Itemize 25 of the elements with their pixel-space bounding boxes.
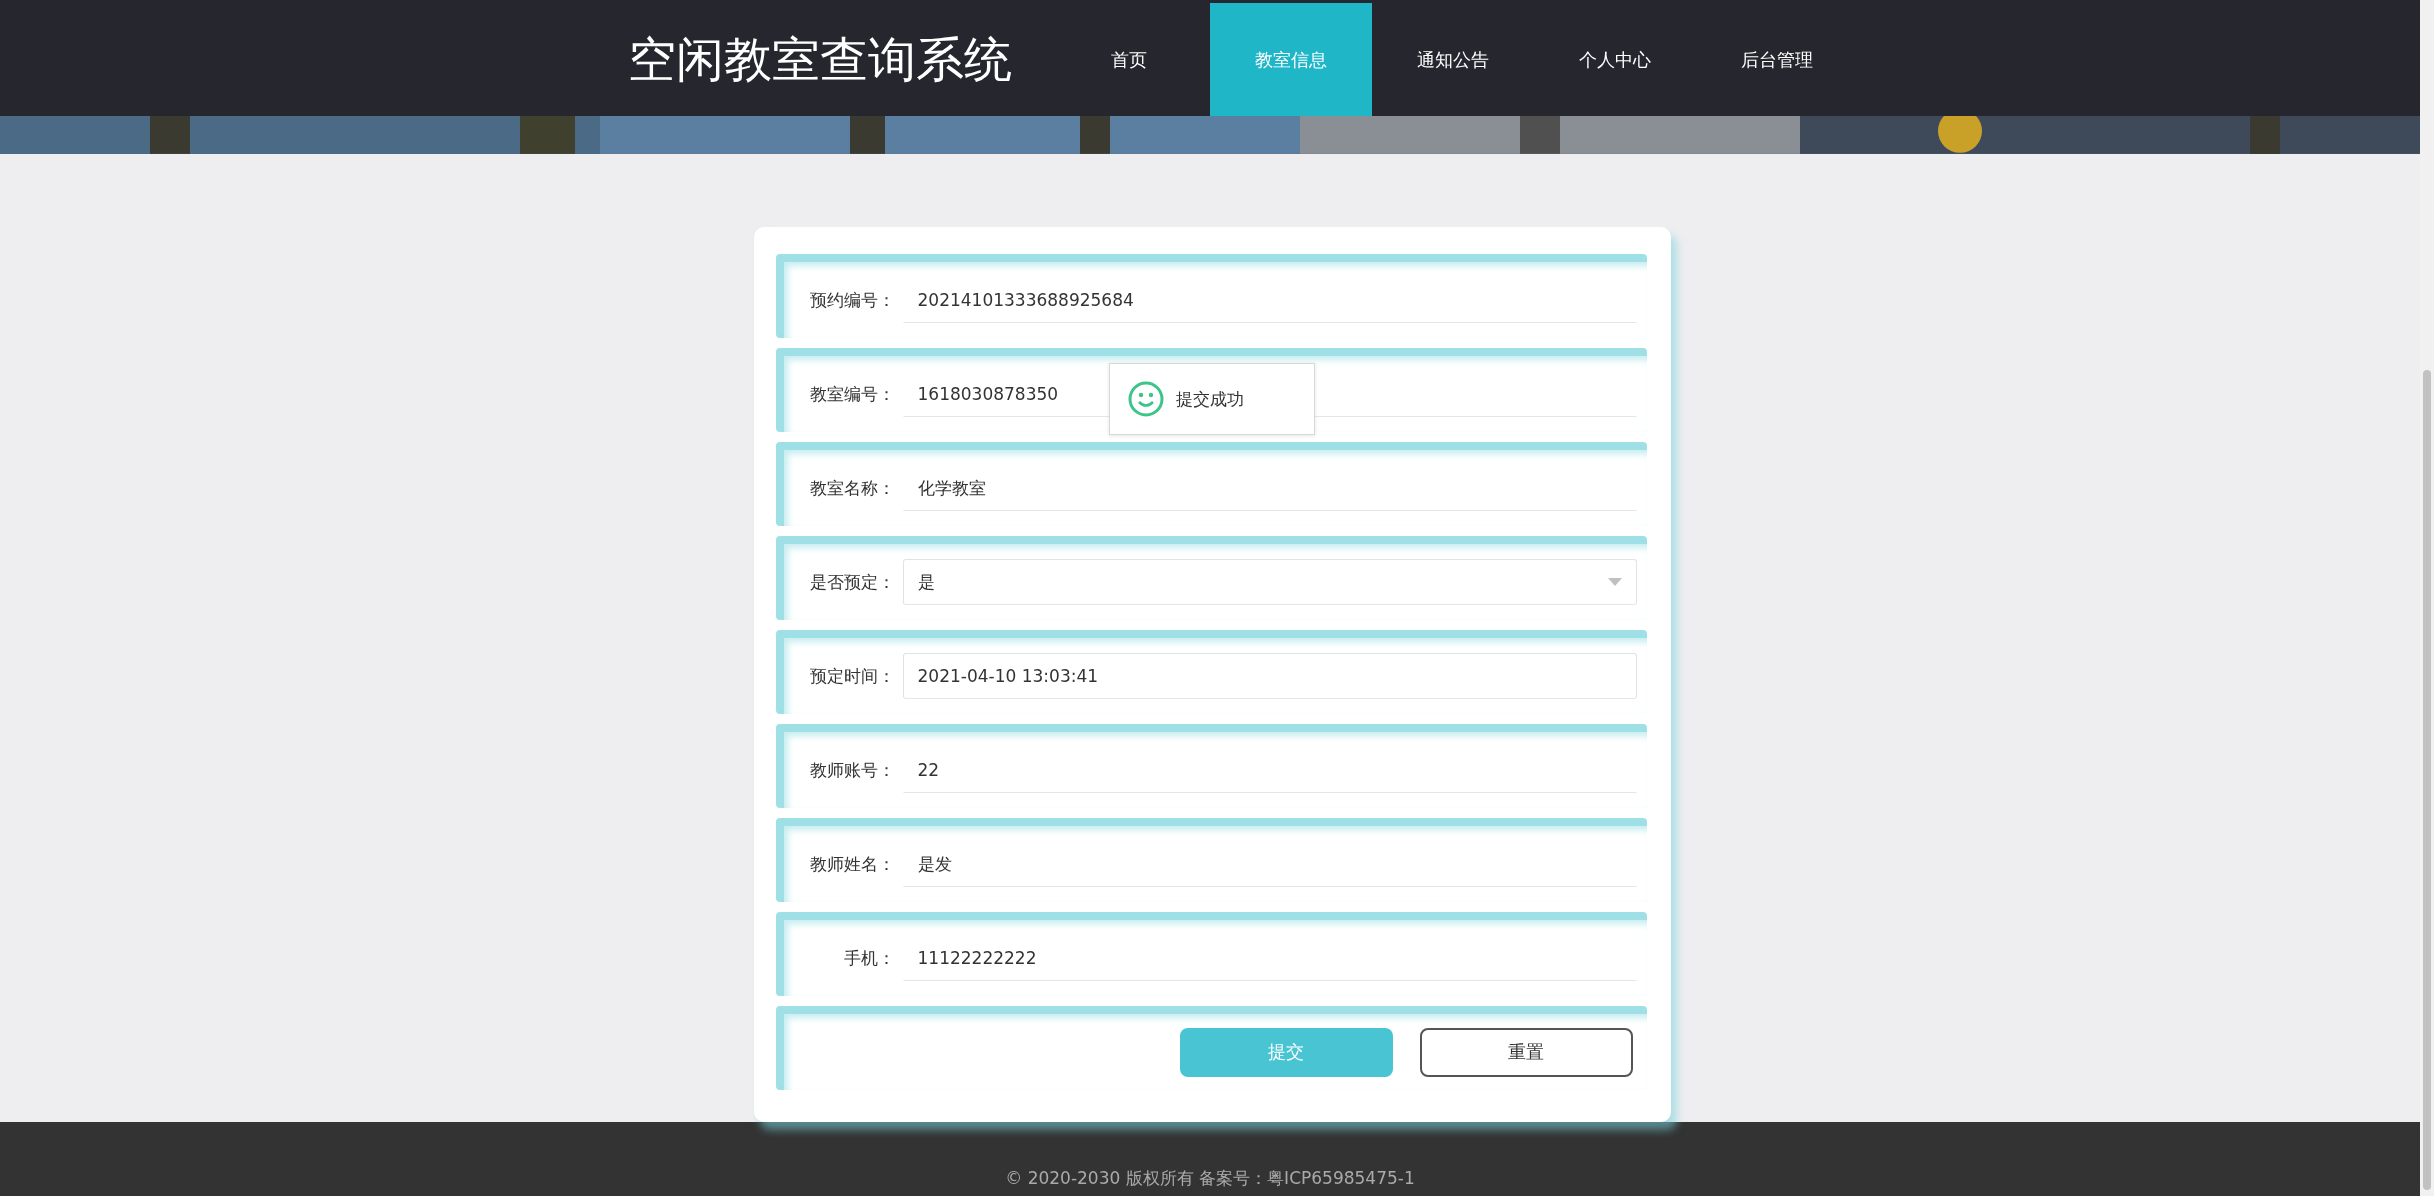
nav-tab[interactable]: 首页 <box>1048 3 1210 117</box>
field-label: 教室编号： <box>808 382 896 406</box>
field-label: 教师账号： <box>808 758 896 782</box>
input-field[interactable]: 是发 <box>902 841 1637 888</box>
input-field[interactable]: 22 <box>902 747 1637 794</box>
field-label: 预定时间： <box>808 664 896 688</box>
nav-tab[interactable]: 个人中心 <box>1534 3 1696 117</box>
input-field[interactable]: 2021-04-10 13:03:41 <box>902 653 1637 700</box>
site-title: 空闲教室查询系统 <box>628 29 1013 89</box>
input-field[interactable]: 化学教室 <box>902 465 1637 512</box>
field-label: 教师姓名： <box>808 852 896 876</box>
field-label: 手机： <box>842 946 896 970</box>
field-label: 预约编号： <box>808 288 896 312</box>
input-field[interactable]: 11122222222 <box>902 935 1637 982</box>
reset-button[interactable]: 重置 <box>1419 1027 1633 1077</box>
select-field[interactable]: 是 <box>902 559 1637 606</box>
input-field[interactable]: 20214101333688925684 <box>902 277 1637 324</box>
footer-text: © 2020-2030 版权所有 备案号：粤ICP65985475-1 <box>1005 1167 1415 1190</box>
caret-icon <box>1607 578 1622 587</box>
smiley-icon <box>1127 381 1164 418</box>
nav-tab[interactable]: 通知公告 <box>1372 3 1534 117</box>
toast-message: 提交成功 <box>1175 387 1244 411</box>
nav-tab[interactable]: 后台管理 <box>1696 3 1858 117</box>
field-label: 是否预定： <box>808 570 896 594</box>
field-label: 教室名称： <box>808 476 896 500</box>
